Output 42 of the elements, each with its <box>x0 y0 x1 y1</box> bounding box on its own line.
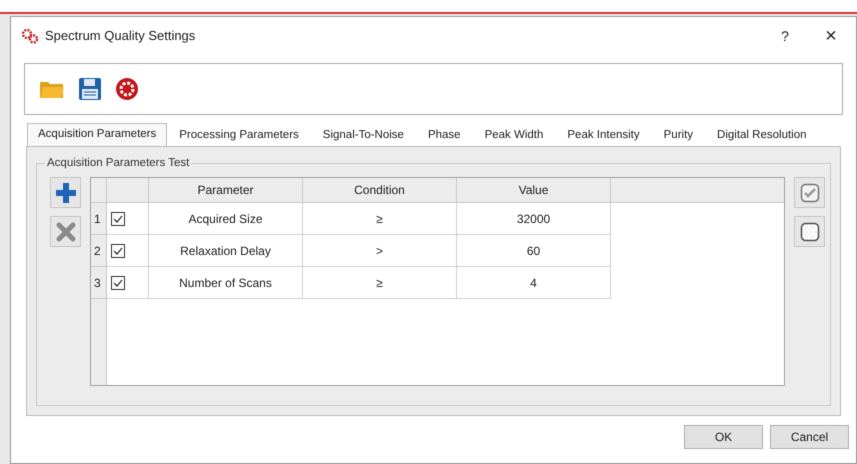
help-button[interactable]: ? <box>770 26 800 46</box>
table-cell: Relaxation Delay <box>149 235 303 267</box>
x-icon <box>56 222 76 242</box>
empty-box-icon <box>800 222 820 242</box>
column-header: Value <box>457 178 611 202</box>
table-cell: 60 <box>457 235 611 267</box>
check-all-button[interactable] <box>794 177 825 208</box>
close-button[interactable]: × <box>816 26 846 46</box>
plus-icon <box>54 182 76 204</box>
remove-button[interactable] <box>50 216 81 247</box>
save-icon[interactable] <box>78 77 102 101</box>
row-number: 2 <box>91 235 106 267</box>
window-title: Spectrum Quality Settings <box>45 27 196 46</box>
table-cell: Number of Scans <box>149 267 303 299</box>
table-cell: Acquired Size <box>149 203 303 235</box>
tab[interactable]: Digital Resolution <box>705 126 819 146</box>
row-number: 1 <box>91 203 106 235</box>
gears-icon <box>21 28 39 44</box>
ok-button[interactable]: OK <box>684 425 763 449</box>
settings-icon[interactable] <box>115 77 139 101</box>
add-button[interactable] <box>50 177 81 208</box>
uncheck-all-button[interactable] <box>794 216 825 247</box>
tab[interactable]: Signal-To-Noise <box>310 126 416 146</box>
table-cell: 4 <box>457 267 611 299</box>
tab[interactable]: Purity <box>652 126 706 146</box>
row-checkbox[interactable] <box>111 276 125 290</box>
row-number: 3 <box>91 267 106 299</box>
checked-box-icon <box>800 182 820 202</box>
tab[interactable]: Peak Intensity <box>555 126 652 146</box>
tab[interactable]: Processing Parameters <box>167 126 311 146</box>
cancel-button[interactable]: Cancel <box>770 425 849 449</box>
tab[interactable]: Peak Width <box>472 126 556 146</box>
table-cell: ≥ <box>303 267 457 299</box>
row-checkbox[interactable] <box>111 244 125 258</box>
row-checkbox[interactable] <box>111 212 125 226</box>
table-cell: > <box>303 235 457 267</box>
table-cell: 32000 <box>457 203 611 235</box>
column-header: Condition <box>303 178 457 202</box>
tab[interactable]: Phase <box>416 126 473 146</box>
tab[interactable]: Acquisition Parameters <box>27 123 168 146</box>
column-header: Parameter <box>149 178 303 202</box>
table-cell: ≥ <box>303 203 457 235</box>
